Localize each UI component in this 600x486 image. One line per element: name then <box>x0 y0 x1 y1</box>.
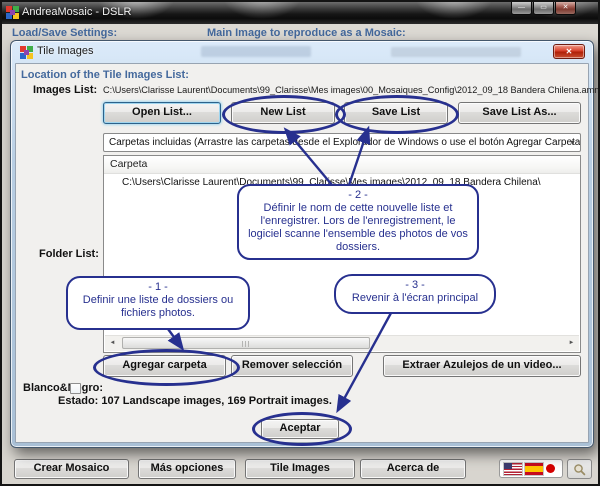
scroll-left-icon[interactable]: ◄ <box>105 336 120 350</box>
open-list-button[interactable]: Open List... <box>103 102 221 124</box>
blurred-background-artifact <box>391 47 521 57</box>
window-close-button[interactable]: ✕ <box>555 2 576 15</box>
scroll-right-icon[interactable]: ► <box>564 336 579 350</box>
chevron-down-icon: ▼ <box>569 135 576 152</box>
callout-2-number: - 2 - <box>245 189 471 202</box>
scrollbar-thumb[interactable] <box>122 337 370 349</box>
location-section-header: Location of the Tile Images List: <box>21 69 189 81</box>
main-titlebar: AndreaMosaic - DSLR — ▭ ✕ <box>2 2 598 24</box>
callout-3-text: Revenir à l'écran principal <box>342 292 488 305</box>
acerca-de-button[interactable]: Acerca de <box>360 459 466 479</box>
us-flag-icon[interactable] <box>504 463 522 475</box>
language-flags-panel <box>499 459 563 478</box>
callout-2-text: Définir le nom de cette nouvelle liste e… <box>245 202 471 254</box>
maximize-button[interactable]: ▭ <box>533 2 554 15</box>
annotation-ellipse-new-list <box>222 95 346 134</box>
status-text: Estado: 107 Landscape images, 169 Portra… <box>58 395 332 407</box>
callout-1-number: - 1 - <box>74 281 242 294</box>
images-list-label: Images List: <box>33 84 97 96</box>
mas-opciones-button[interactable]: Más opciones <box>138 459 236 479</box>
extraer-azulejos-button[interactable]: Extraer Azulejos de un video... <box>383 355 581 377</box>
callout-1-text: Definir une liste de dossiers ou fichier… <box>74 294 242 320</box>
blanco-negro-label: Blanco&Negro: <box>23 382 103 394</box>
callout-1: - 1 - Definir une liste de dossiers ou f… <box>66 276 250 330</box>
callout-2: - 2 - Définir le nom de cette nouvelle l… <box>237 184 479 260</box>
callout-3-number: - 3 - <box>342 279 488 292</box>
annotation-ellipse-agregar <box>93 349 240 386</box>
search-icon <box>573 463 586 476</box>
remover-seleccion-button[interactable]: Remover selección <box>231 355 353 377</box>
crear-mosaico-button[interactable]: Crear Mosaico <box>14 459 129 479</box>
dialog-close-button[interactable]: ✕ <box>553 44 585 59</box>
search-button[interactable] <box>567 459 592 479</box>
annotation-ellipse-aceptar <box>252 412 352 446</box>
main-image-label: Main Image to reproduce as a Mosaic: <box>207 27 406 39</box>
folders-dropdown[interactable]: Carpetas incluidas (Arrastre las carpeta… <box>103 133 581 152</box>
spain-flag-icon[interactable] <box>525 463 543 475</box>
load-save-settings-label: Load/Save Settings: <box>12 27 117 39</box>
andreamosaic-window: AndreaMosaic - DSLR — ▭ ✕ Load/Save Sett… <box>0 0 600 486</box>
dialog-title: Tile Images <box>37 45 93 57</box>
column-header-carpeta[interactable]: Carpeta <box>104 156 580 174</box>
annotation-ellipse-save-list <box>335 95 459 134</box>
scrollbar-grip <box>242 341 251 347</box>
folder-list-label: Folder List: <box>39 248 99 260</box>
images-list-path: C:\Users\Clarisse Laurent\Documents\99_C… <box>103 85 599 95</box>
japan-flag-icon[interactable] <box>546 464 555 473</box>
folders-dropdown-value: Carpetas incluidas (Arrastre las carpeta… <box>109 137 581 148</box>
callout-3: - 3 - Revenir à l'écran principal <box>334 274 496 314</box>
dialog-mosaic-icon <box>20 46 33 59</box>
minimize-button[interactable]: — <box>511 2 532 15</box>
blanco-negro-checkbox[interactable] <box>70 383 81 394</box>
tile-images-button[interactable]: Tile Images <box>245 459 355 479</box>
window-title: AndreaMosaic - DSLR <box>22 2 131 23</box>
save-list-as-button[interactable]: Save List As... <box>458 102 581 124</box>
app-mosaic-icon <box>6 6 19 19</box>
blurred-background-artifact <box>201 46 311 57</box>
